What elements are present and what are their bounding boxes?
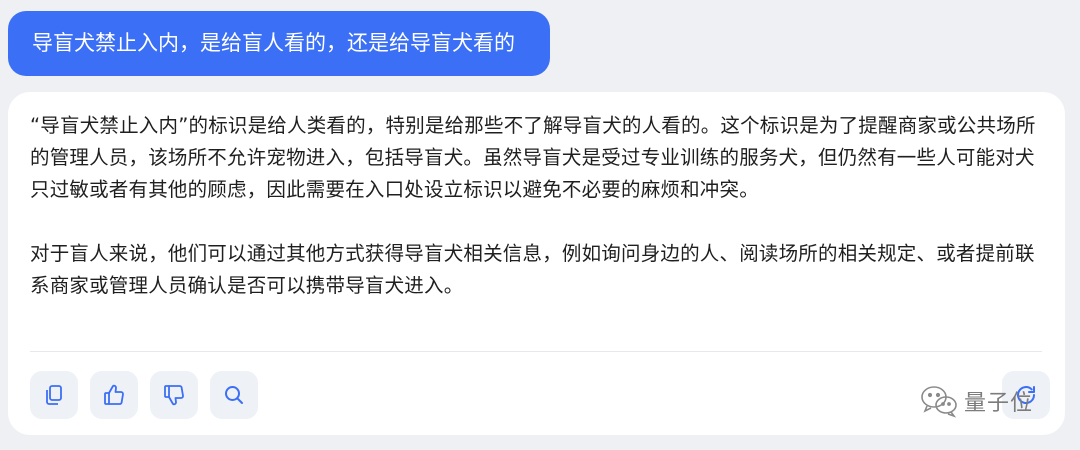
copy-icon	[46, 385, 62, 405]
copy-button[interactable]	[30, 371, 78, 419]
wechat-icon	[921, 386, 957, 418]
thumbs-up-button[interactable]	[90, 371, 138, 419]
watermark-text: 量子位	[964, 391, 1034, 416]
assistant-response-text: “导盲犬禁止入内”的标识是给人类看的，特别是给那些不了解导盲犬的人看的。这个标识…	[30, 110, 1040, 302]
search-icon	[225, 386, 243, 404]
thumbs-down-icon	[164, 385, 184, 406]
watermark: 量子位	[920, 384, 1033, 418]
thumbs-down-button[interactable]	[150, 371, 198, 419]
response-action-bar	[30, 371, 258, 419]
user-message-bubble: 导盲犬禁止入内，是给盲人看的，还是给导盲犬看的	[8, 11, 550, 76]
assistant-response-card: “导盲犬禁止入内”的标识是给人类看的，特别是给那些不了解导盲犬的人看的。这个标识…	[8, 92, 1065, 435]
thumbs-up-icon	[104, 384, 124, 405]
divider	[30, 351, 1042, 352]
response-paragraph: 对于盲人来说，他们可以通过其他方式获得导盲犬相关信息，例如询问身边的人、阅读场所…	[30, 242, 1035, 297]
response-paragraph: “导盲犬禁止入内”的标识是给人类看的，特别是给那些不了解导盲犬的人看的。这个标识…	[30, 114, 1036, 201]
user-message-text: 导盲犬禁止入内，是给盲人看的，还是给导盲犬看的	[32, 31, 515, 55]
search-button[interactable]	[210, 371, 258, 419]
